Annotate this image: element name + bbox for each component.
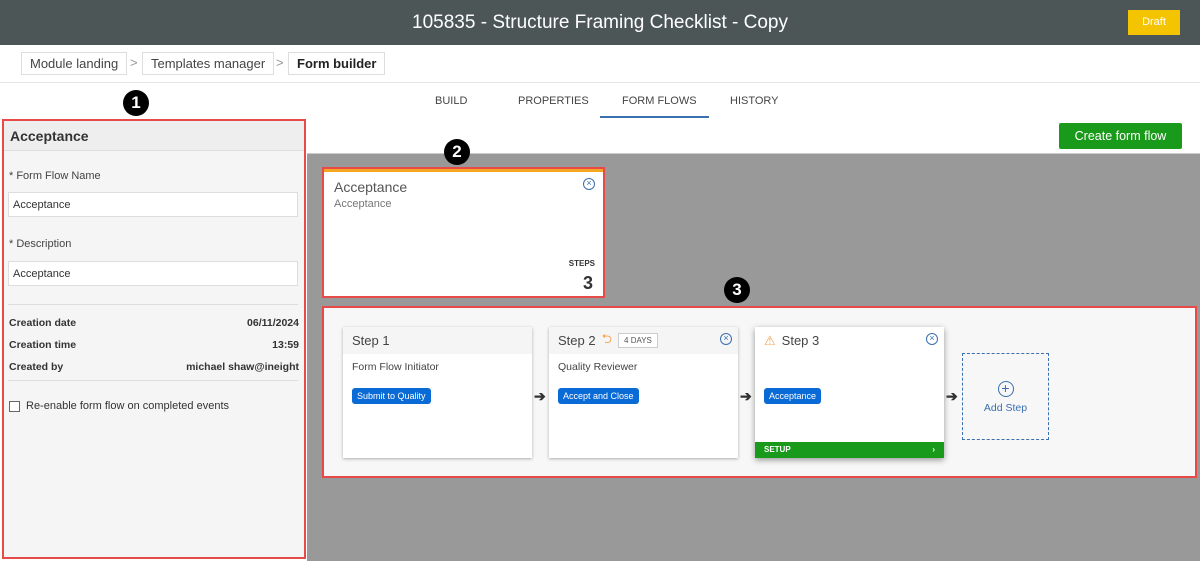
form-flow-card[interactable]: Acceptance Acceptance × STEPS 3: [322, 167, 605, 298]
creation-date-row: Creation date 06/11/2024: [9, 317, 299, 329]
creation-time-label: Creation time: [9, 339, 77, 351]
add-step-button[interactable]: + Add Step: [962, 353, 1049, 440]
setup-button[interactable]: SETUP ›: [755, 442, 944, 458]
step-role: [755, 354, 944, 380]
reenable-checkbox[interactable]: [9, 400, 20, 412]
step-action-badge[interactable]: Submit to Quality: [352, 388, 431, 404]
callout-3: 3: [724, 277, 750, 303]
duration-badge: 4 DAYS: [618, 333, 658, 348]
flow-card-subtitle: Acceptance: [334, 198, 392, 210]
step-title: Step 2: [558, 333, 596, 348]
step-action-badge[interactable]: Accept and Close: [558, 388, 639, 404]
created-by-value: michael shaw@ineight: [186, 361, 299, 373]
step-title: Step 1: [343, 327, 532, 354]
chevron-right-icon: >: [130, 55, 138, 70]
step-card-2[interactable]: Step 2 ⮌ 4 DAYS × Quality Reviewer Accept …: [549, 327, 738, 458]
step-card-1[interactable]: Step 1 Form Flow Initiator Submit to Qua…: [343, 327, 532, 458]
steps-label: STEPS: [568, 259, 595, 268]
tab-history[interactable]: HISTORY: [730, 95, 779, 107]
breadcrumb-form-builder[interactable]: Form builder: [288, 52, 386, 75]
close-icon[interactable]: ×: [583, 178, 595, 190]
reenable-label: Re-enable form flow on completed events: [26, 400, 229, 412]
divider: [8, 304, 298, 305]
step-role: Quality Reviewer: [558, 361, 638, 373]
add-step-label: Add Step: [983, 402, 1028, 414]
step-card-3[interactable]: ⚠ Step 3 × Acceptance SETUP ›: [755, 327, 944, 458]
close-icon[interactable]: ×: [926, 333, 938, 345]
tab-form-flows[interactable]: FORM FLOWS: [622, 95, 697, 107]
step-role: Form Flow Initiator: [352, 361, 439, 373]
flow-card-title: Acceptance: [334, 179, 408, 195]
creation-time-row: Creation time 13:59: [9, 339, 299, 351]
close-icon[interactable]: ×: [720, 333, 732, 345]
chevron-right-icon: ›: [932, 445, 935, 454]
callout-1: 1: [123, 90, 149, 116]
form-flow-name-label: * Form Flow Name: [9, 170, 101, 182]
create-form-flow-button[interactable]: Create form flow: [1059, 123, 1182, 149]
tab-properties[interactable]: PROPERTIES: [518, 95, 589, 107]
form-flow-name-input[interactable]: Acceptance: [8, 192, 298, 217]
chevron-right-icon: >: [276, 55, 284, 70]
warning-icon: ⚠: [764, 333, 776, 348]
creation-date-value: 06/11/2024: [247, 317, 299, 329]
setup-label: SETUP: [764, 445, 791, 454]
divider: [0, 82, 1200, 83]
status-badge: Draft: [1128, 10, 1180, 35]
creation-date-label: Creation date: [9, 317, 77, 329]
page-title: 105835 - Structure Framing Checklist - C…: [412, 12, 788, 33]
title-bar: 105835 - Structure Framing Checklist - C…: [0, 0, 1200, 45]
description-label: * Description: [9, 238, 72, 250]
divider: [8, 380, 298, 381]
panel-title: Acceptance: [4, 121, 304, 151]
created-by-row: Created by michael shaw@ineight: [9, 361, 299, 373]
arrow-right-icon: ➔: [534, 388, 546, 404]
step-title: Step 3: [781, 333, 820, 348]
arrow-right-icon: ➔: [946, 388, 958, 404]
card-accent: [324, 169, 603, 172]
description-input[interactable]: Acceptance: [8, 261, 298, 286]
created-by-label: Created by: [9, 361, 64, 373]
step-action-badge[interactable]: Acceptance: [764, 388, 822, 404]
breadcrumb-module-landing[interactable]: Module landing: [21, 52, 128, 75]
callout-2: 2: [444, 139, 470, 165]
reenable-row: Re-enable form flow on completed events: [9, 400, 229, 412]
arrow-right-icon: ➔: [740, 388, 752, 404]
plus-icon: +: [997, 381, 1014, 397]
steps-count: 3: [582, 273, 593, 293]
return-icon: ⮌: [601, 330, 613, 346]
tab-build[interactable]: BUILD: [435, 95, 467, 107]
creation-time-value: 13:59: [272, 339, 299, 351]
breadcrumb-templates-manager[interactable]: Templates manager: [142, 52, 275, 75]
